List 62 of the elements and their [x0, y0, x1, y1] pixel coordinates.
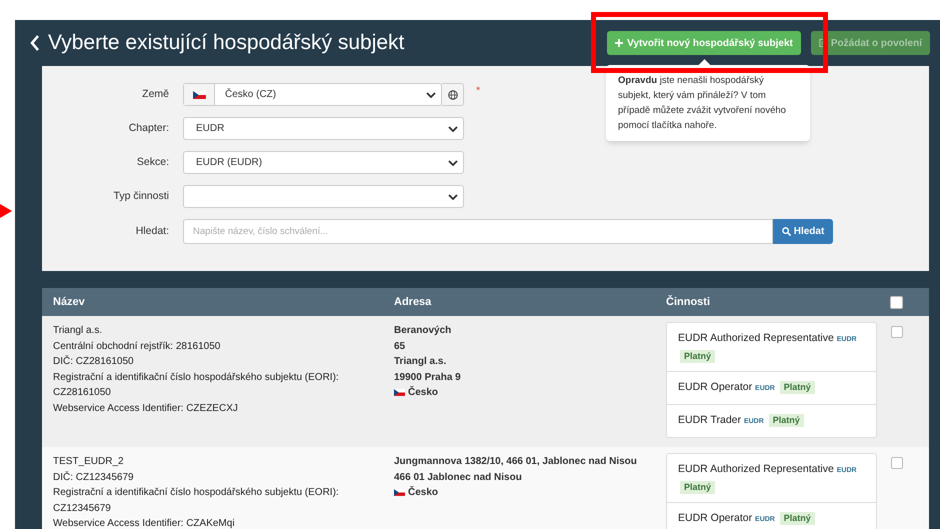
status-badge: Platný	[768, 414, 804, 427]
czech-flag-icon	[192, 90, 206, 98]
field-label: Země	[141, 86, 170, 102]
table-cell-text: Registrační a identifikační číslo hospodářského subjektu (EORI):	[53, 370, 340, 384]
activity-name: EUDR Operator	[678, 381, 752, 393]
czech-flag-icon	[394, 489, 405, 496]
address-line: Jungmannova 1382/10, 466 01, Jablonec nad Nisou	[394, 455, 638, 469]
status-badge: Platný	[780, 381, 815, 394]
field-label: Chapter:	[128, 120, 170, 136]
table-cell-text: Triangl a.s.	[53, 324, 104, 338]
field-label: Hledat:	[134, 224, 170, 239]
select-field[interactable]: EUDR (EUDR)	[183, 151, 464, 174]
chevron-down-icon	[448, 194, 458, 200]
country-select[interactable]: Česko (CZ)	[183, 83, 442, 106]
search-icon	[782, 227, 791, 236]
address-line: 19900 Praha 9	[394, 370, 462, 384]
pointer-arrow-icon	[0, 204, 12, 218]
select-all-checkbox[interactable]	[890, 296, 903, 308]
activity-name: EUDR Authorized Representative	[678, 463, 834, 475]
column-header: Název	[52, 294, 86, 310]
activity-name: EUDR Authorized Representative	[678, 332, 834, 344]
field-label: Sekce:	[136, 154, 170, 170]
address-line: Triangl a.s.	[394, 355, 448, 369]
table-cell-text: CZ28161050	[53, 386, 112, 400]
table-cell-text: Webservice Access Identifier: CZAKeMqi	[53, 517, 236, 529]
activity-name: EUDR Trader	[678, 414, 742, 426]
address-line: 65	[394, 340, 406, 354]
back-icon[interactable]	[30, 35, 40, 51]
address-line: Beranových	[394, 324, 452, 338]
table-cell-text: DIČ: CZ12345679	[53, 470, 135, 484]
status-badge: Platný	[680, 350, 716, 363]
page-title: Vyberte existující hospodářský subjekt	[48, 30, 404, 56]
table-cell-text: DIČ: CZ28161050	[53, 354, 135, 369]
table-cell-text: Centrální obchodní rejstřík: 28161050	[53, 340, 222, 354]
table-cell-text: CZ12345679	[53, 502, 112, 516]
address-line: 466 01 Jablonec nad Nisou	[394, 470, 523, 484]
hint-text: Opravdu jste nenašli hospodářský subjekt, který vám přináleží? V tom případě můžete zvážit vytvoření nového pomocí tlačítka nahoře.	[618, 74, 787, 133]
country-name: Česko	[408, 485, 438, 500]
globe-button[interactable]	[442, 83, 464, 106]
checkbox[interactable]	[891, 457, 903, 469]
status-badge: Platný	[680, 481, 716, 494]
search-field[interactable]: Napište název, číslo schválení...	[183, 219, 773, 244]
select-field[interactable]: EUDR	[183, 117, 464, 140]
status-badge: Platný	[780, 512, 815, 525]
checkbox[interactable]	[891, 326, 903, 338]
chevron-down-icon	[448, 126, 458, 132]
select-field[interactable]	[183, 185, 464, 208]
country-name: Česko	[408, 385, 438, 400]
table-cell-text: TEST_EUDR_2	[53, 455, 125, 469]
table-cell-text: Registrační a identifikační číslo hospodářského subjektu (EORI):	[53, 486, 340, 500]
activity-name: EUDR Operator	[678, 512, 752, 524]
chevron-down-icon	[448, 160, 458, 166]
czech-flag-icon	[394, 389, 405, 396]
required-mark: *	[476, 84, 480, 99]
column-header: Adresa	[394, 294, 432, 310]
chevron-down-icon	[426, 92, 436, 98]
column-header: Činnosti	[666, 294, 711, 310]
field-label: Typ činnosti	[112, 188, 170, 204]
globe-icon	[448, 90, 458, 100]
plus-icon	[615, 39, 624, 47]
table-cell-text: Webservice Access Identifier: CZEZECXJ	[53, 402, 239, 416]
search-button[interactable]: Hledat	[773, 219, 833, 244]
